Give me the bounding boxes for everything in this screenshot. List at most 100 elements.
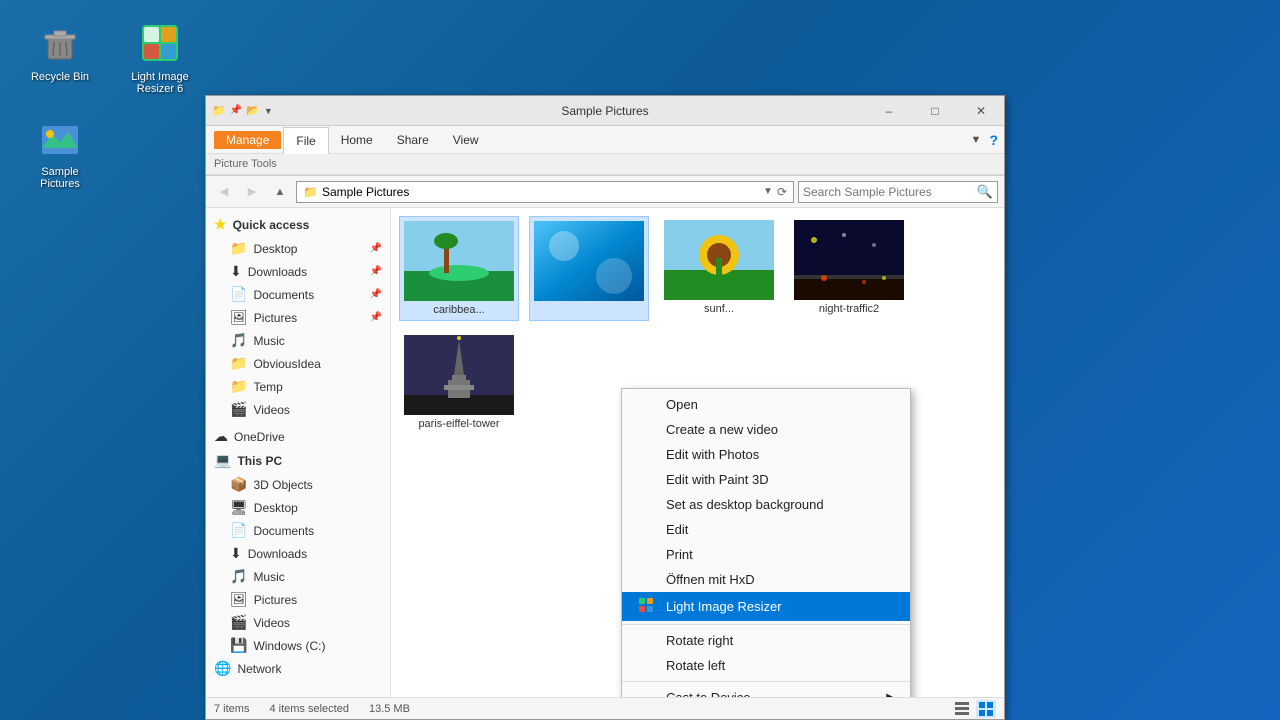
sample-pictures-label: Sample Pictures xyxy=(24,166,96,190)
sidebar-item-this-pc-downloads[interactable]: ⬇ Downloads xyxy=(206,542,390,565)
tab-home[interactable]: Home xyxy=(329,126,385,153)
3d-objects-icon: 📦 xyxy=(230,476,247,493)
sidebar-item-this-pc-documents[interactable]: 📄 Documents xyxy=(206,519,390,542)
ctx-light-image-resizer[interactable]: Light Image Resizer xyxy=(622,592,910,621)
blue-thumbnail xyxy=(534,221,644,301)
address-path[interactable]: 📁 Sample Pictures ▼ ⟳ xyxy=(296,181,794,203)
quick-access-dropdown-icon[interactable]: ▼ xyxy=(264,106,273,116)
desktop: Recycle Bin Light Image Resizer 6 Sample… xyxy=(0,0,1280,720)
up-button[interactable]: ▲ xyxy=(268,180,292,204)
night-thumbnail xyxy=(794,220,904,300)
tab-file[interactable]: File xyxy=(283,127,328,154)
sidebar-item-this-pc-pictures[interactable]: 🖼 Pictures xyxy=(206,588,390,611)
this-pc-label: This PC xyxy=(237,454,282,468)
sidebar-item-documents[interactable]: 📄 Documents 📌 xyxy=(206,283,390,306)
status-selected: 4 items selected xyxy=(269,703,348,715)
documents-icon: 📄 xyxy=(230,286,247,303)
ctx-cast-device[interactable]: Cast to Device ▶ xyxy=(622,685,910,697)
view-tiles-button[interactable] xyxy=(976,700,996,718)
tab-share[interactable]: Share xyxy=(385,126,441,153)
network-icon: 🌐 xyxy=(214,660,231,677)
address-dropdown-icon[interactable]: ▼ xyxy=(763,186,773,197)
ctx-rotate-right-label: Rotate right xyxy=(666,633,733,648)
manage-tab[interactable]: Manage xyxy=(214,131,281,149)
quick-access-folder-icon[interactable]: 📁 xyxy=(212,104,226,117)
sidebar-windows-c-label: Windows (C:) xyxy=(253,639,325,653)
light-image-resizer-icon[interactable]: Light Image Resizer 6 xyxy=(120,15,200,99)
file-night-traffic[interactable]: night-traffic2 xyxy=(789,216,909,321)
this-pc-header[interactable]: 💻 This PC xyxy=(206,448,390,473)
sidebar-item-windows-c[interactable]: 💾 Windows (C:) xyxy=(206,634,390,657)
this-pc-downloads-icon: ⬇ xyxy=(230,545,242,562)
sidebar-item-3d-objects[interactable]: 📦 3D Objects xyxy=(206,473,390,496)
maximize-button[interactable]: □ xyxy=(912,96,958,126)
ctx-print[interactable]: Print xyxy=(622,542,910,567)
caribbean-label: caribbea... xyxy=(433,304,484,316)
minimize-button[interactable]: – xyxy=(866,96,912,126)
help-icon[interactable]: ? xyxy=(989,132,998,148)
sidebar-item-downloads[interactable]: ⬇ Downloads 📌 xyxy=(206,260,390,283)
ribbon-collapse-icon[interactable]: ▼ xyxy=(971,134,982,146)
quick-access-pin-icon[interactable]: 📌 xyxy=(230,105,242,116)
ctx-set-desktop[interactable]: Set as desktop background xyxy=(622,492,910,517)
ctx-edit-photos[interactable]: Edit with Photos xyxy=(622,442,910,467)
quick-access-header[interactable]: ★ Quick access xyxy=(206,212,390,237)
search-input[interactable] xyxy=(803,185,977,199)
ctx-set-desktop-label: Set as desktop background xyxy=(666,497,824,512)
address-bar: ◀ ▶ ▲ 📁 Sample Pictures ▼ ⟳ 🔍 xyxy=(206,176,1004,208)
network-item[interactable]: 🌐 Network xyxy=(206,657,390,680)
file-paris[interactable]: paris-eiffel-tower xyxy=(399,331,519,434)
tab-view[interactable]: View xyxy=(441,126,491,153)
music-icon: 🎵 xyxy=(230,332,247,349)
pin-icon-pictures: 📌 xyxy=(370,312,382,323)
sidebar-item-pictures[interactable]: 🖼 Pictures 📌 xyxy=(206,306,390,329)
sidebar-item-this-pc-desktop[interactable]: 🖥 Desktop xyxy=(206,496,390,519)
sidebar-this-pc-videos-label: Videos xyxy=(253,616,289,630)
onedrive-label: OneDrive xyxy=(234,430,285,444)
forward-button[interactable]: ▶ xyxy=(240,180,264,204)
view-details-button[interactable] xyxy=(952,700,972,718)
sidebar-item-obviousidea[interactable]: 📁 ObviousIdea xyxy=(206,352,390,375)
sidebar-item-this-pc-music[interactable]: 🎵 Music xyxy=(206,565,390,588)
sidebar-videos-label: Videos xyxy=(253,403,289,417)
ctx-cast-label: Cast to Device xyxy=(666,690,751,697)
sidebar-item-temp[interactable]: 📁 Temp xyxy=(206,375,390,398)
sidebar-item-videos[interactable]: 🎬 Videos xyxy=(206,398,390,421)
ctx-edit[interactable]: Edit xyxy=(622,517,910,542)
star-icon: ★ xyxy=(214,216,227,233)
pin-icon-downloads: 📌 xyxy=(370,266,382,277)
content-area[interactable]: caribbea... xyxy=(391,208,1004,697)
ctx-create-video[interactable]: Create a new video xyxy=(622,417,910,442)
sidebar-item-this-pc-videos[interactable]: 🎬 Videos xyxy=(206,611,390,634)
quick-access-label: Quick access xyxy=(233,218,310,232)
windows-drive-icon: 💾 xyxy=(230,637,247,654)
sidebar-item-music[interactable]: 🎵 Music xyxy=(206,329,390,352)
ctx-edit-paint3d[interactable]: Edit with Paint 3D xyxy=(622,467,910,492)
ctx-rotate-left[interactable]: Rotate left xyxy=(622,653,910,678)
close-button[interactable]: ✕ xyxy=(958,96,1004,126)
sidebar-item-desktop[interactable]: 📁 Desktop 📌 xyxy=(206,237,390,260)
ctx-open[interactable]: Open xyxy=(622,392,910,417)
onedrive-item[interactable]: ☁ OneDrive xyxy=(206,425,390,448)
ctx-create-video-label: Create a new video xyxy=(666,422,778,437)
file-caribbean[interactable]: caribbea... xyxy=(399,216,519,321)
quick-access-folder2-icon[interactable]: 📂 xyxy=(246,104,260,117)
file-blue-selected[interactable] xyxy=(529,216,649,321)
ctx-rotate-right[interactable]: Rotate right xyxy=(622,628,910,653)
sidebar-this-pc-music-label: Music xyxy=(253,570,284,584)
window-title: Sample Pictures xyxy=(561,96,648,126)
file-sunflower[interactable]: sunf... xyxy=(659,216,779,321)
address-path-text: Sample Pictures xyxy=(322,185,409,199)
caribbean-thumbnail xyxy=(404,221,514,301)
recycle-bin-icon[interactable]: Recycle Bin xyxy=(20,15,100,87)
blue-selected-label xyxy=(587,304,590,316)
this-pc-pictures-icon: 🖼 xyxy=(230,591,248,608)
search-icon[interactable]: 🔍 xyxy=(977,184,993,200)
back-button[interactable]: ◀ xyxy=(212,180,236,204)
ctx-open-hxd[interactable]: Öffnen mit HxD xyxy=(622,567,910,592)
address-refresh-icon[interactable]: ⟳ xyxy=(777,185,787,199)
window-controls: – □ ✕ xyxy=(866,96,1004,125)
sidebar-this-pc-desktop-label: Desktop xyxy=(254,501,298,515)
sidebar-music-label: Music xyxy=(253,334,284,348)
sample-pictures-desktop-icon[interactable]: Sample Pictures xyxy=(20,110,100,194)
